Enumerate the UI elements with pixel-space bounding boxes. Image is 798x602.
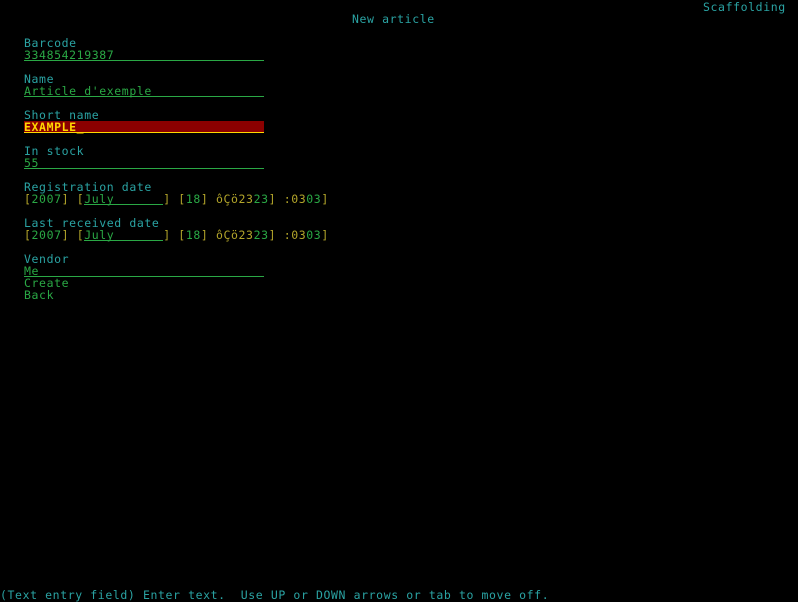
barcode-value: 334854219387: [24, 48, 115, 62]
app-name: Scaffolding: [703, 0, 786, 14]
last-received-date-row: [2007] [July] [18] ôÇö2323] :0303]: [24, 228, 329, 242]
registration-year[interactable]: 2007: [32, 192, 62, 206]
last-received-hour[interactable]: ôÇö23: [216, 228, 254, 242]
last-received-year[interactable]: 2007: [32, 228, 62, 242]
name-value: Article d'exemple: [24, 84, 152, 98]
short-name-field[interactable]: EXAMPLE_: [24, 121, 264, 133]
text-cursor: _: [76, 120, 85, 134]
last-received-minute[interactable]: :03: [284, 228, 307, 242]
short-name-value: EXAMPLE: [24, 120, 77, 134]
page-title: New article: [352, 12, 435, 26]
registration-minute[interactable]: :03: [284, 192, 307, 206]
registration-hour[interactable]: ôÇö23: [216, 192, 254, 206]
last-received-month[interactable]: July: [84, 229, 164, 241]
registration-date-row: [2007] [July] [18] ôÇö2323] :0303]: [24, 192, 329, 206]
last-received-hour-tail: 23: [253, 228, 269, 242]
barcode-field[interactable]: 334854219387: [24, 49, 264, 61]
registration-minute-tail: 03: [306, 192, 322, 206]
back-button[interactable]: Back: [24, 289, 54, 301]
in-stock-field[interactable]: 55: [24, 157, 264, 169]
registration-month[interactable]: July: [84, 193, 164, 205]
last-received-minute-tail: 03: [306, 228, 322, 242]
in-stock-value: 55: [24, 156, 40, 170]
registration-day[interactable]: 18: [186, 192, 201, 206]
name-field[interactable]: Article d'exemple: [24, 85, 264, 97]
status-bar: (Text entry field) Enter text. Use UP or…: [0, 588, 550, 602]
last-received-day[interactable]: 18: [186, 228, 201, 242]
registration-hour-tail: 23: [253, 192, 269, 206]
